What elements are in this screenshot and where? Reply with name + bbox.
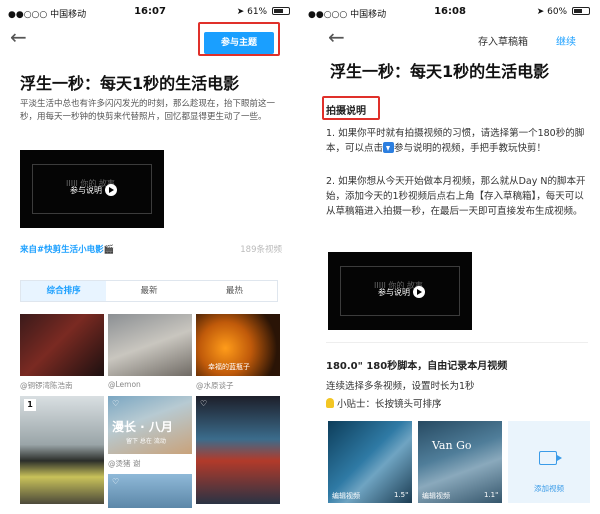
clip-duration: 1.1" (484, 491, 499, 499)
thumb-title-text: 漫长 · 八月 (112, 420, 173, 434)
instruction-step-1: 1. 如果你平时就有拍摄视频的习惯，请选择第一个180秒的脚本，可以点击 参与说明… (326, 126, 588, 156)
lightbulb-icon (326, 398, 334, 408)
video-thumb-2[interactable] (108, 314, 192, 376)
video-thumb-6[interactable]: ♡ (108, 474, 192, 508)
heart-icon[interactable]: ♡ (112, 399, 119, 408)
location-icon: ➤ (236, 7, 245, 17)
video-button-label: 参与说明 (70, 186, 102, 195)
video-thumb-3[interactable]: 幸福的蓝瓶子 (196, 314, 280, 376)
clip-thumb-2[interactable]: Van Go 编辑视频 1.1" (418, 421, 502, 503)
instruction-video[interactable]: IIIII 你的 故事 参与说明 (328, 252, 472, 330)
script-title: 180.0" 180秒脚本，自由记录本月视频 (326, 361, 508, 372)
screen-topic: ●●○○○ 中国移动 16:07 ➤ 61% ← 参与主题 浮生一秒：每天1秒的… (2, 0, 298, 514)
battery-fill (274, 9, 283, 13)
tip-line: 小贴士：长按镜头可排序 (326, 396, 442, 410)
play-icon (105, 184, 117, 196)
topic-description: 平淡生活中总也有许多闪闪发光的时刻，那么趁现在，抬下眼前这一秒，用每天一秒钟的快… (20, 99, 276, 122)
heart-icon[interactable]: ♡ (112, 477, 119, 486)
add-video-label: 添加视频 (534, 484, 564, 493)
download-arrow-icon[interactable] (383, 142, 395, 153)
video-thumb-7[interactable]: ♡ (196, 396, 280, 504)
step1-text-b: 参与说明的视频，手把手教玩快剪！ (394, 143, 547, 154)
status-bar: ●●○○○ 中国移动 16:07 ➤ 61% (2, 0, 298, 24)
script-description: 连续选择多条视频，设置时长为1秒 (326, 381, 475, 392)
page-title: 浮生一秒：每天1秒的生活电影 (20, 74, 240, 93)
shooting-instructions-heading: 拍摄说明 (326, 106, 366, 117)
continue-button[interactable]: 继续 (556, 33, 576, 48)
clip-overlay-text: Van Go (432, 439, 472, 452)
battery-percent: 60% (547, 7, 568, 17)
clip-edit-label[interactable]: 编辑视频 (332, 491, 360, 501)
status-bar: ●●○○○ 中国移动 16:08 ➤ 60% (302, 0, 598, 24)
nav-bar: ← 存入草稿箱 继续 (302, 24, 598, 54)
back-arrow-icon[interactable]: ← (10, 26, 27, 48)
tab-comprehensive[interactable]: 综合排序 (21, 281, 107, 301)
sort-tabs: 综合排序 最新 最热 (20, 280, 278, 302)
tip-text: 小贴士：长按镜头可排序 (337, 399, 442, 410)
status-right: ➤ 60% (537, 7, 590, 17)
thumb-overlay-text: 幸福的蓝瓶子 (208, 363, 250, 371)
thumb-badge: 1 (24, 399, 36, 411)
video-count: 189条视频 (240, 245, 282, 255)
instruction-step-2: 2. 如果你想从今天开始做本月视频，那么就从Day N的脚本开始，添加今天的1秒… (326, 176, 586, 217)
battery-icon (272, 7, 290, 15)
tab-latest[interactable]: 最新 (106, 281, 191, 301)
clip-duration: 1.5" (394, 491, 409, 499)
video-button-label: 参与说明 (378, 288, 410, 297)
thumb-caption-3: @水原谈子 (196, 381, 234, 390)
instruction-video[interactable]: IIIII 你的 故事 参与说明 (20, 150, 164, 228)
status-right: ➤ 61% (237, 7, 290, 17)
highlight-box-join (198, 22, 280, 56)
divider (326, 342, 588, 343)
screen-shooting: ●●○○○ 中国移动 16:08 ➤ 60% ← 存入草稿箱 继续 浮生一秒：每… (302, 0, 598, 514)
thumb-subtitle-text: 留下 总在 流动 (126, 438, 166, 445)
video-thumb-1[interactable] (20, 314, 104, 376)
page-title: 浮生一秒：每天1秒的生活电影 (330, 62, 550, 81)
thumb-caption-1: @铜锣湾陈浩南 (20, 381, 73, 390)
save-draft-button[interactable]: 存入草稿箱 (478, 33, 528, 48)
thumb-caption-5: @烫猪 谢 (108, 459, 141, 468)
clip-edit-label[interactable]: 编辑视频 (422, 491, 450, 501)
thumb-caption-2: @Lemon (108, 380, 141, 389)
location-icon: ➤ (536, 7, 545, 17)
add-video-button[interactable]: 添加视频 (508, 421, 590, 503)
video-play-button[interactable]: 参与说明 (378, 286, 425, 298)
clip-thumb-1[interactable]: 编辑视频 1.5" (328, 421, 412, 503)
battery-fill (574, 9, 582, 13)
battery-percent: 61% (247, 7, 268, 17)
video-camera-icon (539, 451, 562, 465)
video-thumb-5[interactable]: 漫长 · 八月 留下 总在 流动 ♡ (108, 396, 192, 454)
video-thumb-4[interactable]: 1 (20, 396, 104, 504)
video-play-button[interactable]: 参与说明 (70, 184, 117, 196)
tab-hottest[interactable]: 最热 (192, 281, 277, 301)
back-arrow-icon[interactable]: ← (328, 26, 345, 48)
heart-icon[interactable]: ♡ (200, 399, 207, 408)
play-icon (413, 286, 425, 298)
battery-icon (572, 7, 590, 15)
source-hashtag[interactable]: 来自#快剪生活小电影🎬 (20, 243, 114, 255)
